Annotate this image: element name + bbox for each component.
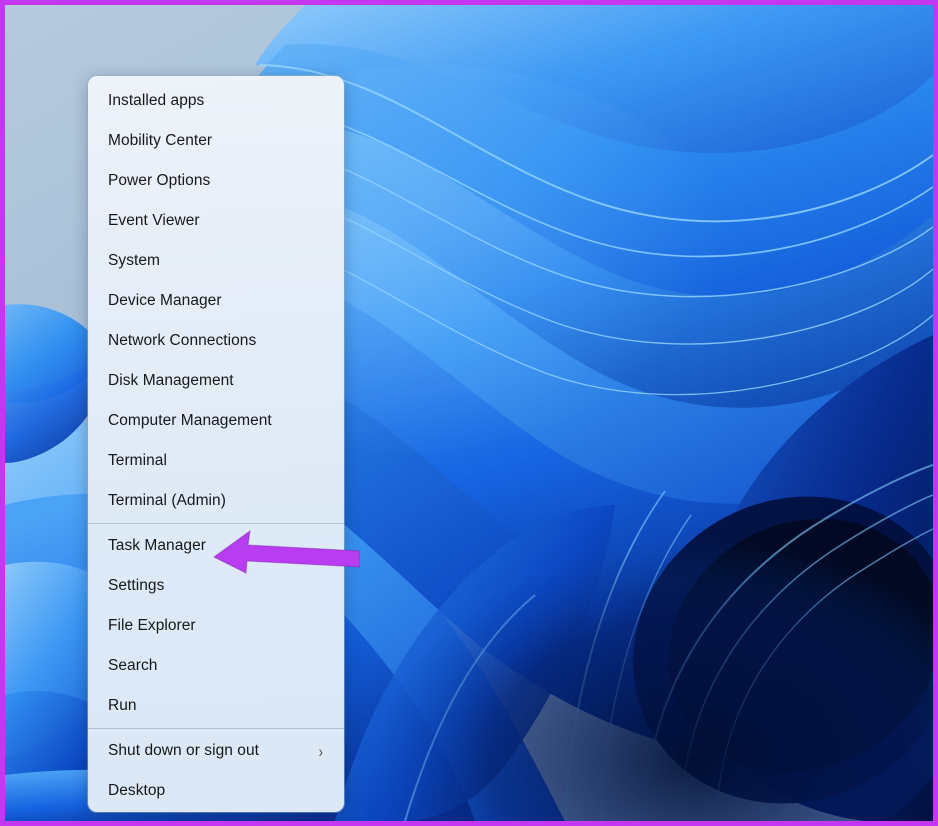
chevron-right-icon: › [318,741,323,761]
menu-item-label: File Explorer [108,617,196,634]
menu-item-computer-management[interactable]: Computer Management [88,401,344,441]
menu-item-terminal[interactable]: Terminal [88,441,344,481]
menu-item-label: Settings [108,577,165,594]
menu-item-label: Desktop [108,782,166,799]
menu-item-device-manager[interactable]: Device Manager [88,281,344,321]
winx-power-user-menu[interactable]: Installed apps Mobility Center Power Opt… [88,76,344,812]
menu-item-label: Search [108,657,158,674]
menu-item-label: Power Options [108,172,211,189]
menu-item-label: Task Manager [108,537,206,554]
menu-item-system[interactable]: System [88,241,344,281]
menu-item-settings[interactable]: Settings [88,566,344,606]
menu-item-label: Run [108,697,137,714]
menu-item-network-connections[interactable]: Network Connections [88,321,344,361]
menu-item-event-viewer[interactable]: Event Viewer [88,201,344,241]
menu-item-disk-management[interactable]: Disk Management [88,361,344,401]
menu-item-search[interactable]: Search [88,646,344,686]
menu-item-power-options[interactable]: Power Options [88,161,344,201]
menu-item-mobility-center[interactable]: Mobility Center [88,121,344,161]
menu-item-label: Mobility Center [108,132,213,149]
menu-item-label: System [108,252,160,269]
menu-item-run[interactable]: Run [88,686,344,726]
menu-item-file-explorer[interactable]: File Explorer [88,606,344,646]
menu-item-installed-apps[interactable]: Installed apps [88,81,344,121]
menu-item-terminal-admin[interactable]: Terminal (Admin) [88,481,344,521]
menu-item-shut-down-or-sign-out[interactable]: Shut down or sign out › [88,731,344,771]
menu-separator-1 [88,523,344,524]
menu-item-label: Disk Management [108,372,234,389]
menu-item-label: Terminal (Admin) [108,492,226,509]
menu-item-label: Installed apps [108,92,205,109]
menu-item-label: Network Connections [108,332,257,349]
menu-item-desktop[interactable]: Desktop [88,771,344,811]
screenshot-root: Installed apps Mobility Center Power Opt… [0,0,938,826]
menu-separator-2 [88,728,344,729]
menu-item-label: Computer Management [108,412,272,429]
menu-item-label: Device Manager [108,292,222,309]
menu-item-label: Shut down or sign out [108,742,259,759]
menu-item-task-manager[interactable]: Task Manager [88,526,344,566]
menu-item-label: Event Viewer [108,212,200,229]
menu-item-label: Terminal [108,452,167,469]
